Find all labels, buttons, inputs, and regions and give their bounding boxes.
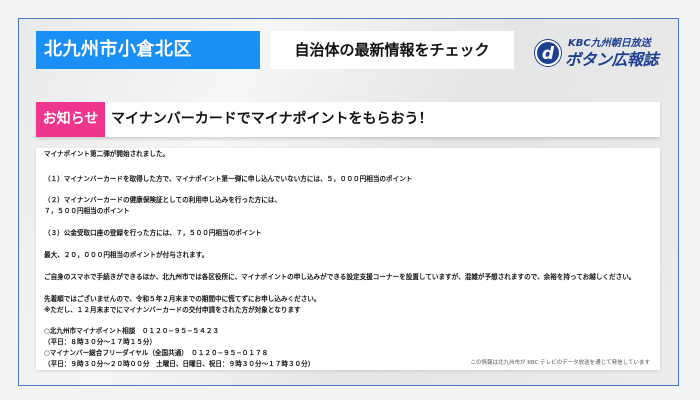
body-line: （２）マイナンバーカードの健康保険証としての利用申し込みを行った方には、: [44, 196, 282, 204]
footer-note: この情報は北九州市が KBC テレビのデータ放送を通じて発信しています: [470, 360, 650, 366]
body-line: ○北九州市マイナポイント相談 ０１２０−９５−５４２３: [44, 327, 219, 335]
body-line: 先着順ではございませんので、令和５年２月末までの期間中に慌てずにお申し込みくださ…: [44, 295, 321, 303]
region-title: 北九州市小倉北区: [36, 31, 260, 69]
body-line: （１）マイナンバーカードを取得した方で、マイナポイント第一弾に申し込んでいない方…: [44, 175, 413, 183]
body-line: ７，５００円相当のポイント: [44, 207, 130, 215]
article-body: マイナポイント第二弾が開始されました。 この情報は北九州市が KBC テレビのデ…: [36, 148, 660, 370]
logo-name: ボタン広報誌: [565, 50, 659, 69]
notice-badge: お知らせ: [36, 102, 105, 137]
body-line: 最大、２０，０００円相当のポイントが付与されます。: [44, 251, 209, 259]
body-line: ○マイナンバー総合フリーダイヤル（全国共通） ０１２０−９５−０１７８: [44, 349, 269, 357]
body-line: （３）公金受取口座の登録を行った方には、７，５００円相当のポイント: [44, 229, 262, 237]
body-line: マイナポイント第二弾が開始されました。: [44, 150, 170, 158]
body-line: ご自身のスマホで手続きができるほか、北九州市では各区役所に、マイナポイントの申し…: [44, 273, 636, 281]
d-button-icon: d: [535, 40, 561, 66]
tagline: 自治体の最新情報をチェック: [270, 31, 514, 69]
notice-title: マイナンバーカードでマイナポイントをもらおう！: [111, 111, 433, 127]
body-line: （平日：９時３０分〜２０時００分 土曜日、日曜日、祝日：９時３０分〜１７時３０分…: [44, 360, 315, 368]
kbc-logo: KBC九州朝日放送 d ボタン広報誌: [535, 34, 665, 69]
notice-bar: お知らせ マイナンバーカードでマイナポイントをもらおう！: [36, 102, 660, 137]
body-line: （平日：８時３０分〜１７時１５分）: [44, 338, 157, 346]
body-line: ※ただし、１２月末までにマイナンバーカードの交付申請をされた方が対象となります: [44, 306, 301, 314]
